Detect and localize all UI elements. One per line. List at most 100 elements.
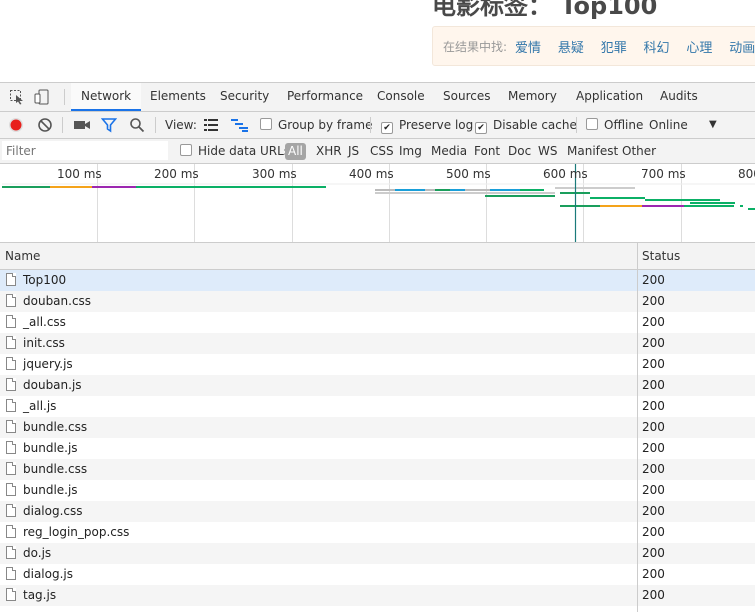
tag-filter-box: 在结果中找: 爱情 悬疑 犯罪 科幻 心理 动画: [432, 26, 755, 66]
request-status: 200: [642, 378, 665, 392]
request-name: bundle.js: [23, 483, 78, 497]
column-header-status[interactable]: Status: [642, 243, 680, 269]
request-name: douban.css: [23, 294, 92, 308]
table-row[interactable]: bundle.js 200: [0, 480, 755, 501]
table-row[interactable]: _all.js 200: [0, 396, 755, 417]
tag-links: 爱情 悬疑 犯罪 科幻 心理 动画: [515, 37, 755, 56]
inspect-element-icon[interactable]: [9, 89, 25, 105]
table-row[interactable]: bundle.js 200: [0, 438, 755, 459]
column-header-name[interactable]: Name: [5, 243, 40, 269]
tag-link[interactable]: 心理: [686, 41, 712, 56]
request-name: tag.js: [23, 588, 57, 602]
tag-link[interactable]: 悬疑: [558, 41, 584, 56]
document-icon: [6, 294, 16, 307]
document-icon: [6, 399, 16, 412]
document-icon: [6, 567, 16, 580]
filter-type-xhr[interactable]: XHR: [316, 139, 342, 163]
request-status: 200: [642, 315, 665, 329]
tab-application[interactable]: Application: [576, 83, 643, 111]
offline-checkbox[interactable]: Offline: [586, 112, 643, 138]
filter-type-media[interactable]: Media: [431, 139, 467, 163]
tag-link[interactable]: 动画: [729, 41, 755, 56]
overview-tick-label: 200 ms: [154, 167, 199, 181]
request-status: 200: [642, 483, 665, 497]
table-row[interactable]: dialog.css 200: [0, 501, 755, 522]
network-overview[interactable]: 100 ms 200 ms 300 ms 400 ms 500 ms 600 m…: [0, 164, 755, 243]
search-icon[interactable]: [129, 117, 145, 133]
request-status: 200: [642, 336, 665, 350]
hide-data-urls-checkbox[interactable]: Hide data URLs: [180, 139, 290, 163]
table-row[interactable]: Top100 200: [0, 270, 755, 291]
devtools-panel: Network Elements Security Performance Co…: [0, 82, 755, 612]
table-row[interactable]: bundle.css 200: [0, 417, 755, 438]
preserve-log-checkbox[interactable]: ✔ Preserve log: [381, 112, 473, 138]
filter-type-font[interactable]: Font: [474, 139, 500, 163]
filter-type-all[interactable]: All: [285, 143, 306, 160]
table-row[interactable]: reg_login_pop.css 200: [0, 522, 755, 543]
request-status: 200: [642, 441, 665, 455]
document-icon: [6, 420, 16, 433]
filter-type-ws[interactable]: WS: [538, 139, 557, 163]
group-by-frame-label: Group by frame: [278, 118, 373, 132]
request-status: 200: [642, 546, 665, 560]
filter-type-css[interactable]: CSS: [370, 139, 394, 163]
disable-cache-checkbox[interactable]: ✔ Disable cache: [475, 112, 577, 138]
filter-type-img[interactable]: Img: [399, 139, 422, 163]
tab-security[interactable]: Security: [220, 83, 269, 111]
clear-icon[interactable]: [37, 117, 53, 133]
throttling-select[interactable]: Online: [649, 112, 688, 138]
record-icon[interactable]: [8, 117, 24, 133]
requests-table: Name Status Top100 200 douban.css 200 _all.c…: [0, 243, 755, 612]
capture-screenshots-icon[interactable]: [73, 118, 91, 132]
document-icon: [6, 483, 16, 496]
waterfall-overview-icon[interactable]: [231, 118, 249, 132]
request-status: 200: [642, 462, 665, 476]
filter-icon[interactable]: [100, 117, 118, 133]
group-by-frame-checkbox[interactable]: Group by frame: [260, 112, 372, 138]
chevron-down-icon[interactable]: ▼: [709, 112, 717, 138]
tag-link[interactable]: 科幻: [644, 41, 670, 56]
preserve-log-label: Preserve log: [399, 118, 474, 132]
large-rows-icon[interactable]: [204, 118, 218, 132]
filter-type-manifest[interactable]: Manifest: [567, 139, 618, 163]
tag-link[interactable]: 犯罪: [601, 41, 627, 56]
table-row[interactable]: _all.css 200: [0, 312, 755, 333]
document-icon: [6, 441, 16, 454]
tab-sources[interactable]: Sources: [443, 83, 490, 111]
overview-tick-label: 700 ms: [641, 167, 686, 181]
request-name: init.css: [23, 336, 65, 350]
table-row[interactable]: douban.js 200: [0, 375, 755, 396]
tab-console[interactable]: Console: [377, 83, 425, 111]
toolbar-divider: [576, 117, 577, 133]
tab-performance[interactable]: Performance: [287, 83, 363, 111]
filter-type-js[interactable]: JS: [348, 139, 359, 163]
tab-network[interactable]: Network: [71, 83, 142, 111]
tag-link[interactable]: 爱情: [515, 41, 541, 56]
request-name: douban.js: [23, 378, 82, 392]
filter-input[interactable]: [2, 141, 168, 160]
document-icon: [6, 357, 16, 370]
table-row[interactable]: douban.css 200: [0, 291, 755, 312]
filter-type-other[interactable]: Other: [622, 139, 656, 163]
column-divider[interactable]: [637, 243, 638, 612]
table-row[interactable]: init.css 200: [0, 333, 755, 354]
tab-elements[interactable]: Elements: [150, 83, 206, 111]
toolbar-divider: [370, 117, 371, 133]
tab-memory[interactable]: Memory: [508, 83, 557, 111]
tab-audits[interactable]: Audits: [660, 83, 698, 111]
filter-type-doc[interactable]: Doc: [508, 139, 531, 163]
device-toolbar-icon[interactable]: [34, 89, 50, 105]
table-row[interactable]: tag.js 200: [0, 585, 755, 606]
table-row[interactable]: do.js 200: [0, 543, 755, 564]
overview-tick-label: 800: [738, 167, 755, 181]
overview-tick-label: 400 ms: [349, 167, 394, 181]
request-name: _all.js: [23, 399, 57, 413]
document-icon: [6, 378, 16, 391]
request-name: bundle.js: [23, 441, 78, 455]
request-name: jquery.js: [23, 357, 73, 371]
table-row[interactable]: bundle.css 200: [0, 459, 755, 480]
overview-tick-label: 300 ms: [252, 167, 297, 181]
table-row[interactable]: dialog.js 200: [0, 564, 755, 585]
table-row[interactable]: jquery.js 200: [0, 354, 755, 375]
document-icon: [6, 273, 16, 286]
